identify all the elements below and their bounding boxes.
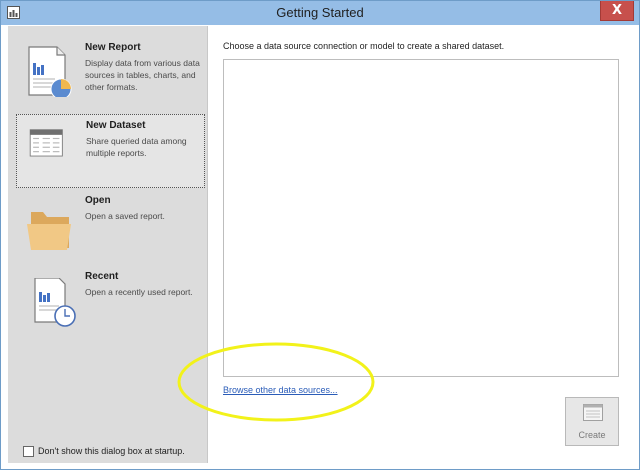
startup-checkbox[interactable] bbox=[23, 445, 34, 457]
dataset-table-icon bbox=[583, 404, 603, 421]
nav-desc-recent: Open a recently used report. bbox=[85, 287, 193, 297]
nav-title-new-dataset: New Dataset bbox=[86, 120, 146, 131]
create-button-label: Create bbox=[578, 430, 606, 440]
startup-checkbox-label: Don't show this dialog box at startup. bbox=[38, 446, 185, 456]
nav-title-recent: Recent bbox=[85, 271, 119, 282]
create-button[interactable]: Create bbox=[565, 397, 619, 446]
sidebar-item-new-dataset[interactable]: New Dataset Share queried data among mul… bbox=[16, 114, 205, 188]
nav-desc-new-dataset: Share queried data among multiple report… bbox=[86, 136, 187, 158]
dataset-table-icon bbox=[29, 129, 63, 157]
startup-option[interactable]: Don't show this dialog box at startup. bbox=[23, 444, 185, 458]
highlight-annotation bbox=[177, 342, 375, 422]
nav-title-new-report: New Report bbox=[85, 42, 141, 53]
sidebar-item-recent[interactable]: Recent Open a recently used report. bbox=[16, 266, 205, 340]
close-icon: X bbox=[611, 3, 623, 18]
recent-report-clock-icon bbox=[34, 278, 76, 327]
title-bar: Getting Started X bbox=[1, 1, 639, 25]
sidebar-item-new-report[interactable]: New Report Display data from various dat… bbox=[16, 37, 205, 111]
nav-title-open: Open bbox=[85, 195, 111, 206]
sidebar-item-open[interactable]: Open Open a saved report. bbox=[16, 190, 205, 264]
report-chart-icon bbox=[28, 46, 72, 97]
data-source-prompt: Choose a data source connection or model… bbox=[223, 41, 505, 51]
data-source-list[interactable] bbox=[223, 59, 619, 377]
nav-desc-new-report: Display data from various data sources i… bbox=[85, 58, 200, 92]
nav-desc-open: Open a saved report. bbox=[85, 211, 165, 221]
getting-started-dialog: Getting Started X New Report Display dat… bbox=[0, 0, 640, 470]
close-button[interactable]: X bbox=[600, 1, 634, 21]
folder-icon bbox=[27, 212, 71, 250]
window-title: Getting Started bbox=[276, 5, 364, 20]
